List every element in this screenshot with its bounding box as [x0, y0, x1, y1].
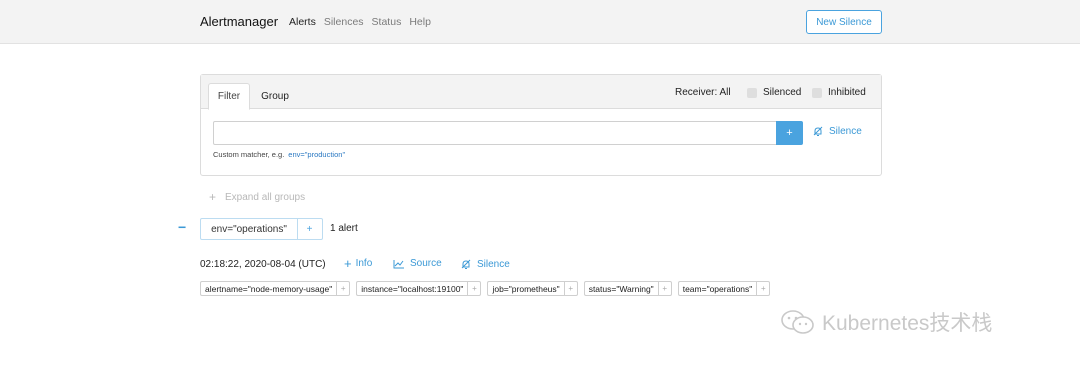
- group-add-filter-button[interactable]: +: [297, 218, 323, 240]
- alert-source-link[interactable]: Source: [393, 258, 442, 269]
- expand-all-label: Expand all groups: [225, 191, 306, 203]
- label-text[interactable]: alertname="node-memory-usage": [200, 281, 337, 296]
- alert-timestamp: 02:18:22, 2020-08-04 (UTC): [200, 259, 326, 270]
- alert-label-status: status="Warning" +: [583, 281, 672, 296]
- label-add-button[interactable]: +: [657, 281, 672, 296]
- tab-filter[interactable]: Filter: [208, 83, 250, 110]
- label-text[interactable]: instance="localhost:19100": [356, 281, 468, 296]
- label-add-button[interactable]: +: [336, 281, 351, 296]
- filter-silence-link[interactable]: Silence: [812, 125, 862, 137]
- alert-info-button[interactable]: + Info: [344, 255, 373, 271]
- alert-label-team: team="operations" +: [677, 281, 771, 296]
- alert-label-instance: instance="localhost:19100" +: [356, 281, 482, 296]
- plus-icon: +: [344, 255, 352, 271]
- silence-icon: [813, 126, 823, 136]
- alert-silence-link[interactable]: Silence: [460, 258, 510, 270]
- filter-card-header: Filter Group Receiver: All Silenced Inhi…: [201, 75, 881, 110]
- checkbox-box[interactable]: [747, 87, 757, 98]
- group-alert-count: 1 alert: [330, 223, 358, 234]
- inhibited-label: Inhibited: [828, 87, 866, 98]
- brand-title[interactable]: Alertmanager: [200, 14, 278, 29]
- label-add-button[interactable]: +: [467, 281, 482, 296]
- filter-card: Filter Group Receiver: All Silenced Inhi…: [200, 74, 882, 176]
- hint-example: env="production": [288, 150, 346, 159]
- chart-line-icon: [393, 259, 404, 268]
- alert-silence-label: Silence: [477, 258, 510, 270]
- tab-group[interactable]: Group: [253, 83, 297, 110]
- checkbox-box[interactable]: [812, 87, 822, 98]
- label-text[interactable]: job="prometheus": [487, 281, 564, 296]
- alert-info-label: Info: [355, 258, 373, 269]
- navbar: Alertmanager Alerts Silences Status Help…: [0, 0, 1080, 44]
- label-add-button[interactable]: +: [756, 281, 771, 296]
- expand-all-groups-button[interactable]: + Expand all groups: [209, 190, 305, 204]
- nav-link-status[interactable]: Status: [372, 16, 402, 28]
- inhibited-checkbox[interactable]: Inhibited: [812, 87, 866, 98]
- watermark-text: Kubernetes技术栈: [822, 312, 993, 335]
- silence-icon: [461, 259, 471, 269]
- alert-label-job: job="prometheus" +: [487, 281, 578, 296]
- silenced-label: Silenced: [763, 87, 802, 98]
- label-text[interactable]: status="Warning": [583, 281, 658, 296]
- nav-links: Alerts Silences Status Help: [289, 16, 439, 28]
- filter-silence-label: Silence: [829, 125, 862, 137]
- label-text[interactable]: team="operations": [677, 281, 757, 296]
- nav-link-silences[interactable]: Silences: [324, 16, 364, 28]
- new-silence-button[interactable]: New Silence: [806, 10, 882, 34]
- plus-icon: +: [209, 190, 217, 204]
- silenced-checkbox[interactable]: Silenced: [747, 87, 801, 98]
- hint-text: Custom matcher, e.g.: [213, 150, 285, 159]
- group-label[interactable]: env="operations": [200, 218, 298, 240]
- wechat-icon: [781, 310, 814, 334]
- alert-labels: alertname="node-memory-usage" + instance…: [200, 281, 776, 296]
- matcher-input[interactable]: [213, 121, 777, 145]
- watermark: Kubernetes技术栈: [780, 307, 992, 337]
- matcher-hint: Custom matcher, e.g. env="production": [213, 150, 345, 159]
- nav-link-help[interactable]: Help: [409, 16, 431, 28]
- add-matcher-button[interactable]: +: [776, 121, 803, 145]
- alert-label-alertname: alertname="node-memory-usage" +: [200, 281, 351, 296]
- nav-link-alerts[interactable]: Alerts: [289, 16, 316, 28]
- alert-source-label: Source: [410, 258, 442, 269]
- receiver-selector[interactable]: Receiver: All: [675, 87, 731, 98]
- collapse-group-button[interactable]: −: [178, 219, 186, 235]
- label-add-button[interactable]: +: [563, 281, 578, 296]
